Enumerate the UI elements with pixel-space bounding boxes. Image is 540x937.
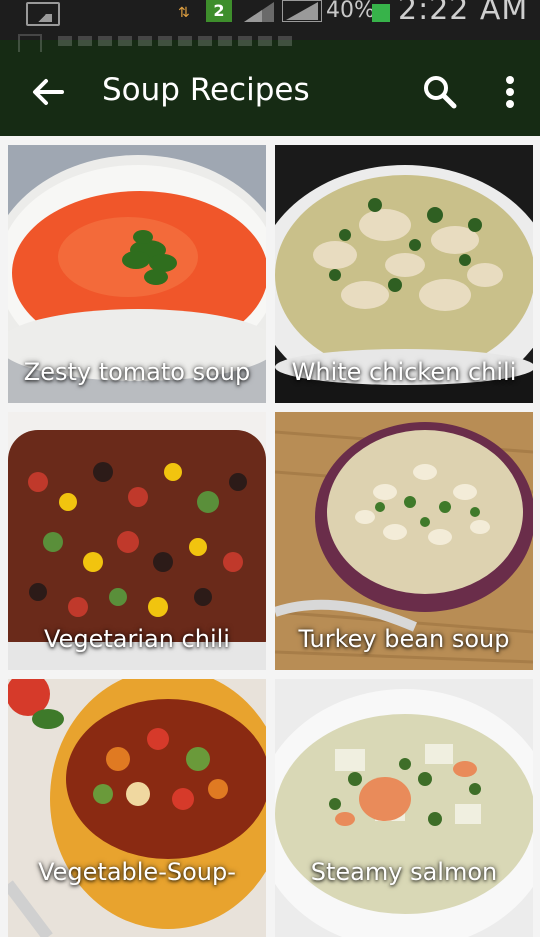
back-button[interactable] xyxy=(24,68,72,116)
app-bar: Soup Recipes xyxy=(0,34,540,136)
signal-strength-2-icon xyxy=(282,0,322,22)
battery-icon xyxy=(372,4,390,22)
more-vert-icon xyxy=(506,76,514,108)
arrow-left-icon xyxy=(33,79,64,105)
overflow-menu-button[interactable] xyxy=(486,68,534,116)
recipe-title: Vegetarian chili xyxy=(44,625,230,653)
recipe-title: Vegetable-Soup- xyxy=(38,858,236,886)
recipe-card-zesty-tomato-soup[interactable]: Zesty tomato soup xyxy=(8,145,266,403)
recipe-card-vegetarian-chili[interactable]: Vegetarian chili xyxy=(8,412,266,670)
page-title: Soup Recipes xyxy=(102,72,310,108)
search-icon xyxy=(424,76,457,109)
data-transfer-icon: ⇅ xyxy=(178,5,190,21)
recipe-grid: Zesty tomato soup White chicken chili Ve… xyxy=(0,136,540,937)
signal-strength-icon xyxy=(244,2,274,22)
search-button[interactable] xyxy=(416,68,464,116)
recipe-card-turkey-bean-soup[interactable]: Turkey bean soup xyxy=(275,412,533,670)
vegetable-soup-image xyxy=(8,679,266,937)
recipe-card-vegetable-soup[interactable]: Vegetable-Soup- xyxy=(8,679,266,937)
battery-percent: 40% xyxy=(326,0,375,23)
recipe-title: Steamy salmon xyxy=(310,858,498,886)
recipe-title: Zesty tomato soup xyxy=(23,358,251,386)
salmon-chowder-image xyxy=(275,679,533,937)
sim-slot-badge: 2 xyxy=(206,0,232,22)
notification-ghost xyxy=(18,34,318,52)
clock: 2:22 AM xyxy=(398,0,529,27)
recipe-title: Turkey bean soup xyxy=(298,625,510,653)
recipe-title: White chicken chili xyxy=(291,358,517,386)
recipe-card-steamy-salmon[interactable]: Steamy salmon xyxy=(275,679,533,937)
recipe-card-white-chicken-chili[interactable]: White chicken chili xyxy=(275,145,533,403)
gallery-notification-icon xyxy=(26,2,60,26)
